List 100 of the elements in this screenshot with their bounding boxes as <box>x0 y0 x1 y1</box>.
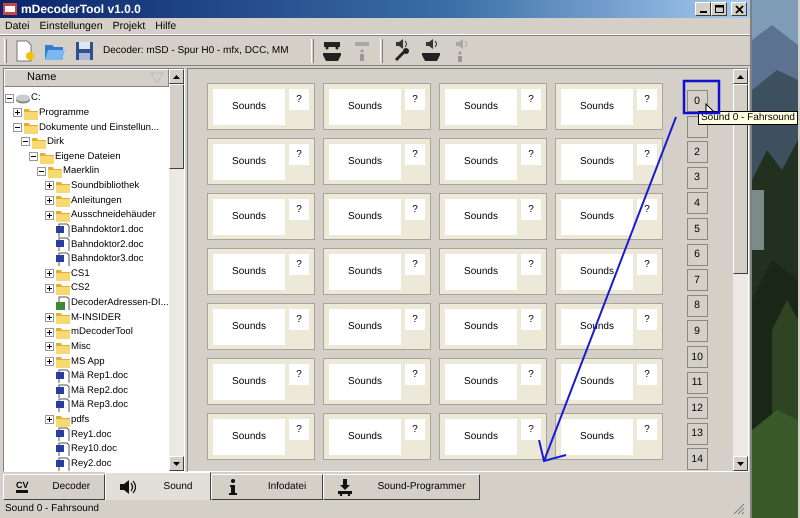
menu-item[interactable]: Datei <box>5 20 30 32</box>
close-button[interactable] <box>731 2 747 16</box>
tab[interactable]: Infodatei <box>211 474 323 500</box>
sound-slot-button[interactable]: 8 <box>686 294 708 317</box>
tree-item[interactable]: Bahndoktor1.doc <box>71 224 144 236</box>
tree-item[interactable]: Ausschneidehäuder <box>71 209 156 221</box>
sound-card[interactable]: Sounds ? <box>554 248 663 295</box>
tree-item[interactable]: Dirk <box>47 136 64 148</box>
expand-icon[interactable] <box>45 342 54 352</box>
tab[interactable]: Sound-Programmer <box>323 474 480 500</box>
tree-item[interactable]: Maerklin <box>63 165 100 177</box>
help-button[interactable]: ? <box>521 89 541 110</box>
sound-slot-button[interactable]: 10 <box>686 346 708 368</box>
sound-slot-button[interactable]: 13 <box>686 422 708 445</box>
scroll-up-button[interactable] <box>168 69 184 84</box>
tree-item[interactable]: Rey1.doc <box>71 428 112 440</box>
help-button[interactable]: ? <box>637 89 657 110</box>
scroll-up-button[interactable] <box>732 69 748 84</box>
menu-item[interactable]: Einstellungen <box>40 20 103 32</box>
tree-item[interactable]: M-INSIDER <box>71 312 122 324</box>
tree-item[interactable]: CS2 <box>71 282 90 294</box>
sound-slot-button[interactable]: 4 <box>686 192 708 214</box>
collapse-icon[interactable] <box>37 166 46 176</box>
scroll-down-button[interactable] <box>168 456 184 471</box>
expand-icon[interactable] <box>45 196 54 205</box>
scroll-thumb[interactable] <box>168 84 184 169</box>
help-button[interactable]: ? <box>289 254 309 275</box>
help-button[interactable]: ? <box>405 144 425 165</box>
sound-card[interactable]: Sounds ? <box>206 413 315 460</box>
tree-item[interactable]: Anleitungen <box>71 194 122 206</box>
maximize-button[interactable] <box>711 2 727 16</box>
tree-item[interactable]: Mä Rep3.doc <box>71 399 128 411</box>
sound-slot-button[interactable]: 6 <box>686 244 708 266</box>
minimize-button[interactable] <box>695 2 711 16</box>
tree-item[interactable]: Misc <box>71 340 91 352</box>
sound-slot-button[interactable]: 2 <box>686 141 708 164</box>
help-button[interactable]: ? <box>405 309 425 330</box>
help-button[interactable]: ? <box>521 144 541 165</box>
scroll-down-button[interactable] <box>732 456 748 471</box>
sound-card[interactable]: Sounds ? <box>554 83 663 130</box>
tab[interactable]: CV Decoder <box>3 474 105 500</box>
sound-card[interactable]: Sounds ? <box>322 83 431 130</box>
collapse-icon[interactable] <box>5 94 14 103</box>
help-button[interactable]: ? <box>405 364 425 385</box>
tree-item[interactable]: Bahndoktor3.doc <box>71 253 144 265</box>
help-button[interactable]: ? <box>521 254 541 275</box>
expand-icon[interactable] <box>45 269 54 278</box>
help-button[interactable]: ? <box>637 144 657 165</box>
help-button[interactable]: ? <box>289 364 309 385</box>
sound-card[interactable]: Sounds ? <box>206 138 315 185</box>
sound-card[interactable]: Sounds ? <box>554 138 663 185</box>
sound-card[interactable]: Sounds ? <box>322 138 431 185</box>
expand-icon[interactable] <box>45 312 54 322</box>
expand-icon[interactable] <box>45 356 54 366</box>
help-button[interactable]: ? <box>521 199 541 220</box>
tree-item[interactable]: Mä Rep2.doc <box>71 384 128 396</box>
help-button[interactable]: ? <box>289 199 309 220</box>
tree-item[interactable]: Soundbibliothek <box>71 180 140 192</box>
expand-icon[interactable] <box>45 415 54 424</box>
sound-slot-button[interactable]: 14 <box>686 448 708 470</box>
sound-card[interactable]: Sounds ? <box>438 193 547 240</box>
sound-card[interactable]: Sounds ? <box>206 248 315 295</box>
sound-card[interactable]: Sounds ? <box>322 248 431 295</box>
sound-card[interactable]: Sounds ? <box>438 248 547 295</box>
help-button[interactable]: ? <box>521 364 541 385</box>
sound-card[interactable]: Sounds ? <box>438 303 547 350</box>
collapse-icon[interactable] <box>13 122 22 132</box>
help-button[interactable]: ? <box>405 199 425 220</box>
scrollbar[interactable] <box>168 69 184 471</box>
sound-card[interactable]: Sounds ? <box>322 193 431 240</box>
tree-item[interactable]: Bahndoktor2.doc <box>71 238 144 250</box>
sound-card[interactable]: Sounds ? <box>322 358 431 405</box>
help-button[interactable]: ? <box>405 419 425 440</box>
column-header[interactable]: Name <box>4 69 169 87</box>
expand-icon[interactable] <box>13 108 22 118</box>
tree-item[interactable]: Dokumente und Einstellun... <box>39 122 159 134</box>
help-button[interactable]: ? <box>289 144 309 165</box>
tab[interactable]: Sound <box>105 472 211 500</box>
tree-item[interactable]: Programme <box>39 106 90 118</box>
sound-slot-button[interactable]: 12 <box>686 397 708 420</box>
sound-card[interactable]: Sounds ? <box>206 193 315 240</box>
help-button[interactable]: ? <box>637 309 657 330</box>
help-button[interactable]: ? <box>521 309 541 330</box>
scrollbar[interactable] <box>732 69 748 471</box>
sound-card[interactable]: Sounds ? <box>322 303 431 350</box>
tree-item[interactable]: Rey10.doc <box>71 443 117 455</box>
expand-icon[interactable] <box>45 328 54 337</box>
help-button[interactable]: ? <box>637 364 657 385</box>
sound-card[interactable]: Sounds ? <box>206 303 315 350</box>
help-button[interactable]: ? <box>289 309 309 330</box>
sound-slot-button[interactable]: 11 <box>686 372 708 394</box>
tree-item[interactable]: mDecoderTool <box>71 326 133 338</box>
help-button[interactable]: ? <box>289 419 309 440</box>
menu-item[interactable]: Projekt <box>112 20 146 32</box>
help-button[interactable]: ? <box>405 254 425 275</box>
sound-card[interactable]: Sounds ? <box>322 413 431 460</box>
collapse-icon[interactable] <box>21 137 30 146</box>
help-button[interactable]: ? <box>405 89 425 110</box>
tree-item[interactable]: Rey2.doc <box>71 458 112 470</box>
expand-icon[interactable] <box>45 284 54 293</box>
